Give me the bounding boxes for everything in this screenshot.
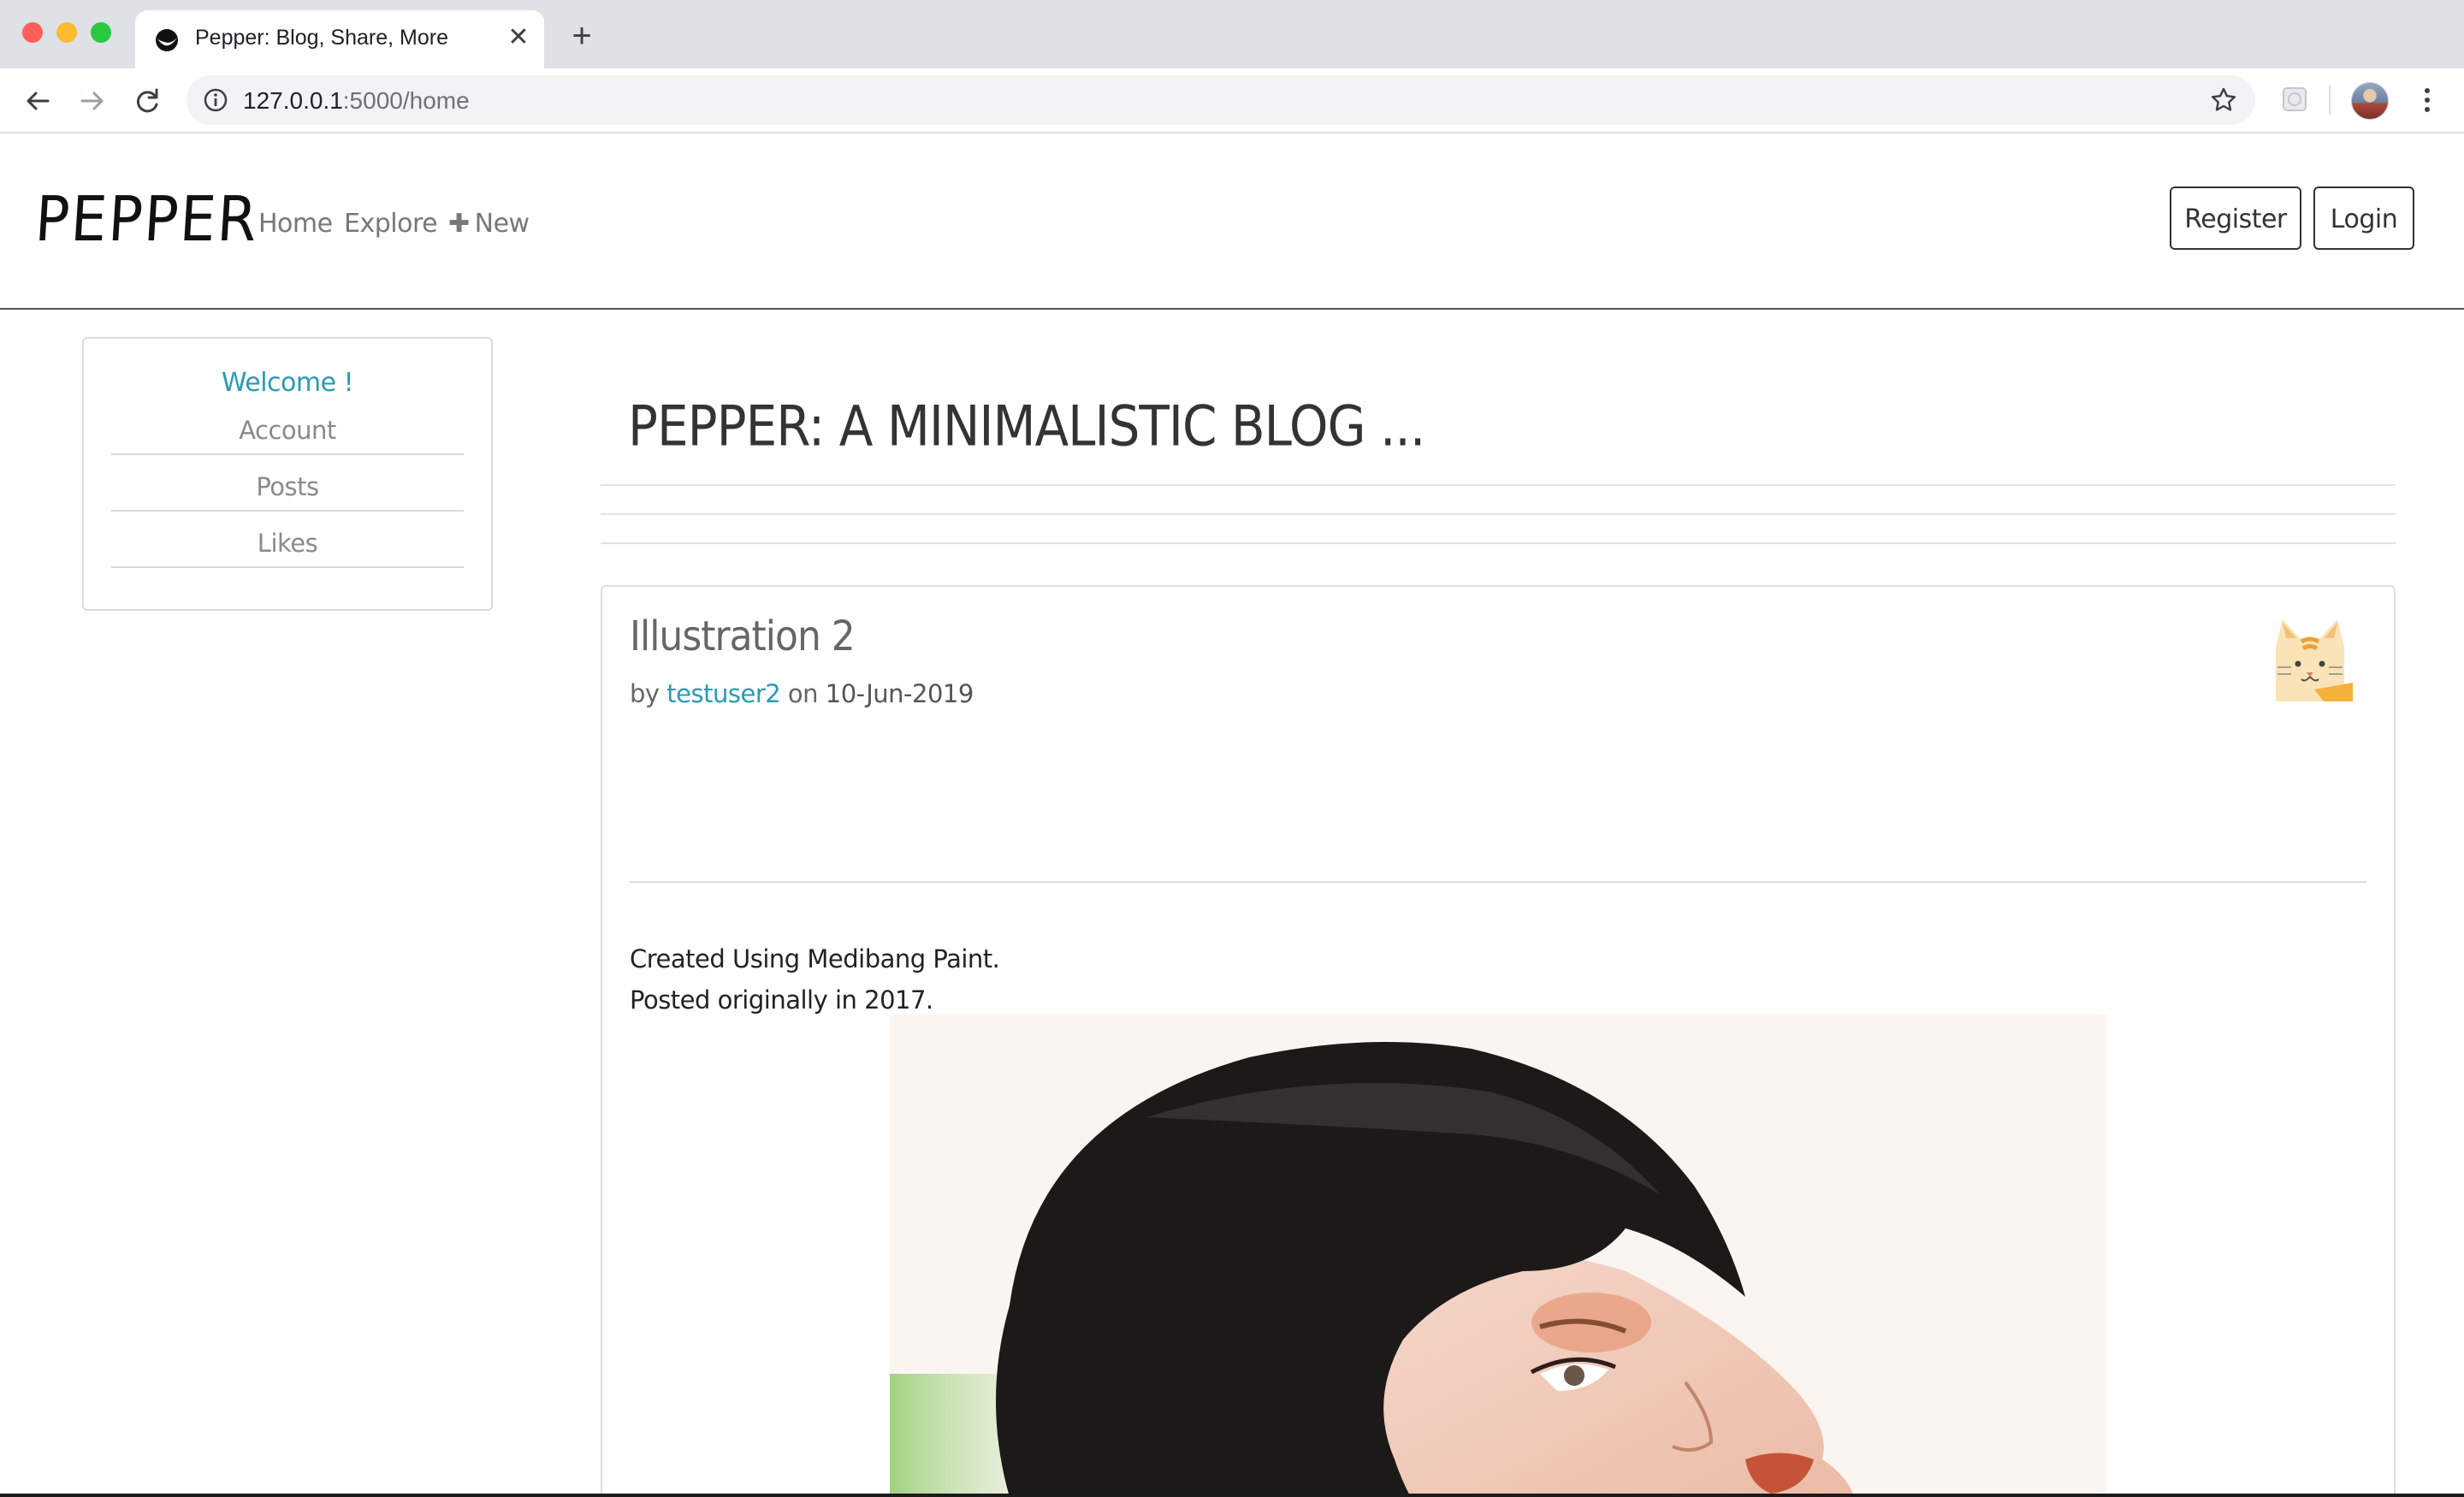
post-date: 10-Jun-2019 [825,679,974,708]
web-page: PEPPER Home Explore ✚ New Register Login … [0,133,2464,1497]
tab-title: Pepper: Blog, Share, More [195,26,448,50]
post-meta: by testuser2 on 10-Jun-2019 [630,679,974,708]
page-title: PEPPER: A MINIMALISTIC BLOG ... [628,393,1425,459]
url-path: :5000/home [342,87,470,114]
toolbar-separator [2329,86,2331,115]
post-illustration-image[interactable] [890,1015,2106,1497]
post-divider [630,881,2366,883]
section-divider-2 [601,542,2396,544]
post-title[interactable]: Illustration 2 [630,612,856,660]
post-author-link[interactable]: testuser2 [666,679,780,708]
register-button[interactable]: Register [2170,186,2301,250]
tab-close-icon[interactable]: ✕ [503,22,534,53]
extension-icon[interactable] [2279,84,2310,115]
post-card: Illustration 2 by testuser2 on 10-Jun-20… [601,585,2396,1497]
site-info-icon[interactable] [202,86,229,114]
nav-explore-link[interactable]: Explore [344,209,438,239]
back-arrow-icon[interactable] [19,82,56,120]
close-window-button[interactable] [22,22,43,43]
browser-tab-active[interactable]: Pepper: Blog, Share, More ✕ [135,10,544,68]
browser-tabstrip: Pepper: Blog, Share, More ✕ + [0,0,2464,68]
address-bar[interactable]: 127.0.0.1:5000/home [187,75,2255,125]
sidebar-item-account[interactable]: Account [111,416,464,455]
screen-bottom-edge [0,1494,2464,1497]
new-tab-button[interactable]: + [565,19,599,55]
site-navbar: PEPPER Home Explore ✚ New Register Login [0,133,2464,310]
post-on-label: on [787,679,819,708]
url-text[interactable]: 127.0.0.1:5000/home [243,87,470,115]
browser-toolbar: 127.0.0.1:5000/home [0,68,2464,133]
bookmark-star-icon[interactable] [2209,86,2238,115]
sidebar-panel: Welcome ! Account Posts Likes [82,337,493,611]
browser-menu-icon[interactable] [2413,84,2442,116]
title-divider [601,484,2396,486]
reload-icon[interactable] [128,82,166,120]
nav-new-label: New [474,209,530,239]
cat-avatar-icon[interactable] [2267,612,2353,703]
post-body-line-2: Posted originally in 2017. [630,985,933,1015]
nav-home-link[interactable]: Home [258,209,333,239]
minimize-window-button[interactable] [56,22,77,43]
section-divider-1 [601,513,2396,515]
sidebar-welcome: Welcome ! [221,368,354,398]
login-button[interactable]: Login [2313,186,2414,250]
maximize-window-button[interactable] [91,22,111,43]
url-host: 127.0.0.1 [243,87,343,114]
sidebar-item-likes[interactable]: Likes [111,529,464,568]
post-by-label: by [630,679,660,708]
pepper-favicon-icon [156,29,178,51]
sidebar-item-posts[interactable]: Posts [111,472,464,512]
illustration-portrait [890,1042,1855,1497]
brand-logo[interactable]: PEPPER [33,183,261,256]
post-body-line-1: Created Using Medibang Paint. [630,944,1000,973]
plus-icon: ✚ [448,209,470,239]
forward-arrow-icon[interactable] [74,82,111,120]
profile-avatar[interactable] [2351,82,2389,120]
nav-new-link[interactable]: ✚ New [448,209,530,239]
